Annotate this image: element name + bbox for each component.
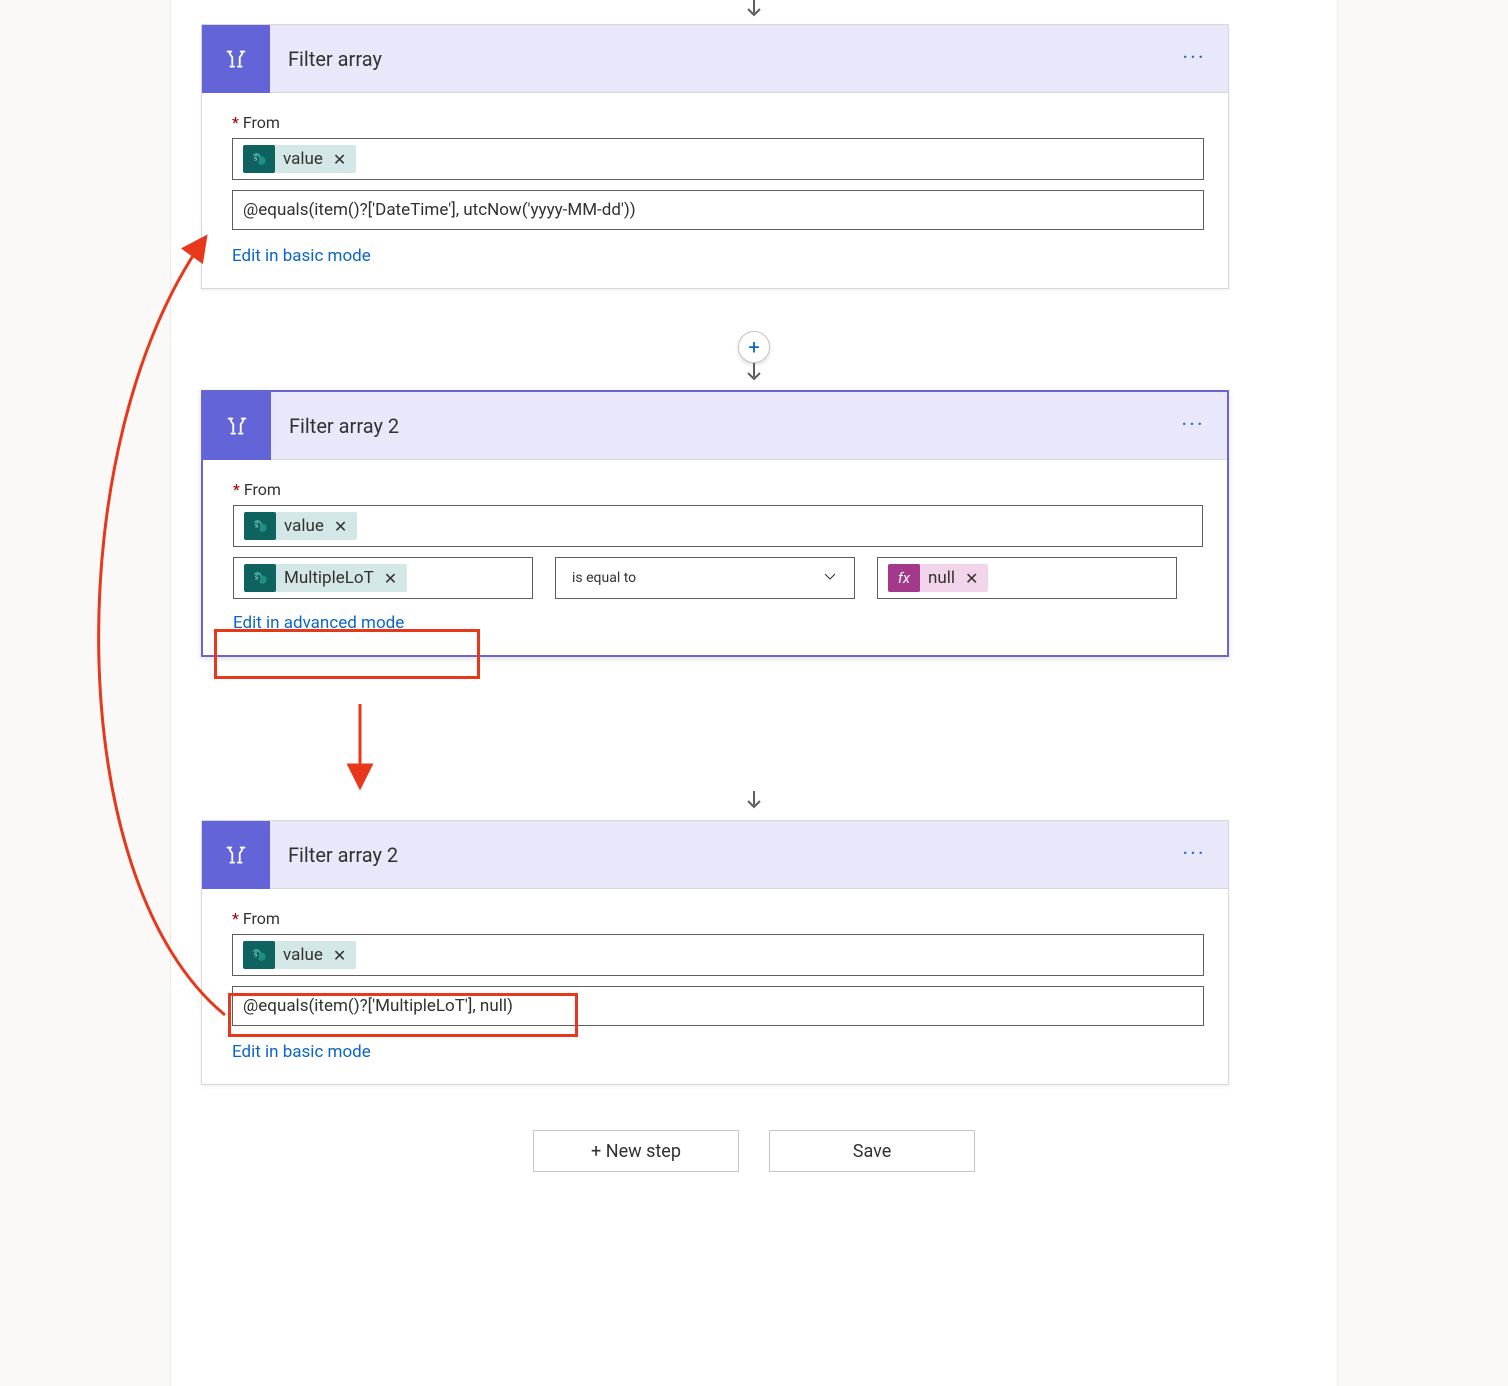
filter-icon bbox=[202, 821, 270, 889]
card-body: *From S value ✕ S bbox=[203, 460, 1227, 655]
connector-arrow-1-2 bbox=[742, 360, 766, 388]
token-value[interactable]: S value ✕ bbox=[243, 145, 356, 173]
token-null-expression[interactable]: fx null ✕ bbox=[888, 564, 988, 592]
svg-text:S: S bbox=[254, 157, 257, 163]
condition-operator-select[interactable]: is equal to bbox=[555, 557, 855, 599]
chevron-down-icon bbox=[822, 568, 838, 588]
connector-arrow-2-3 bbox=[742, 788, 766, 816]
sharepoint-icon: S bbox=[243, 145, 275, 173]
card-header[interactable]: Filter array 2 ··· bbox=[203, 392, 1227, 460]
sharepoint-icon: S bbox=[244, 512, 276, 540]
insert-step-button[interactable]: + bbox=[738, 331, 770, 363]
edit-advanced-mode-link[interactable]: Edit in advanced mode bbox=[233, 613, 404, 633]
flow-canvas: Filter array ··· *From S value ✕ bbox=[170, 0, 1338, 1386]
filter-icon bbox=[203, 392, 271, 460]
card-menu-button[interactable]: ··· bbox=[1170, 46, 1218, 71]
token-remove[interactable]: ✕ bbox=[384, 569, 397, 588]
sharepoint-icon: S bbox=[244, 564, 276, 592]
token-label: value bbox=[283, 945, 323, 965]
card-menu-button[interactable]: ··· bbox=[1170, 842, 1218, 867]
svg-text:S: S bbox=[254, 953, 257, 959]
token-value[interactable]: S value ✕ bbox=[243, 941, 356, 969]
expression-text: @equals(item()?['DateTime'], utcNow('yyy… bbox=[243, 200, 636, 220]
from-label: *From bbox=[232, 113, 1204, 132]
condition-row: S MultipleLoT ✕ is equal to bbox=[233, 557, 1203, 599]
condition-left-input[interactable]: S MultipleLoT ✕ bbox=[233, 557, 533, 599]
token-remove[interactable]: ✕ bbox=[965, 569, 978, 588]
from-input[interactable]: S value ✕ bbox=[232, 138, 1204, 180]
card-body: *From S value ✕ @equals(item()?['DateTim… bbox=[202, 93, 1228, 288]
token-label: value bbox=[283, 149, 323, 169]
from-input[interactable]: S value ✕ bbox=[233, 505, 1203, 547]
card-title: Filter array 2 bbox=[270, 843, 1170, 867]
card-body: *From S value ✕ @equals(item()?['Multipl… bbox=[202, 889, 1228, 1084]
token-label: value bbox=[284, 516, 324, 536]
token-remove[interactable]: ✕ bbox=[333, 946, 346, 965]
new-step-button[interactable]: + New step bbox=[533, 1130, 739, 1172]
card-title: Filter array 2 bbox=[271, 414, 1169, 438]
token-remove[interactable]: ✕ bbox=[334, 517, 347, 536]
from-label: *From bbox=[233, 480, 1203, 499]
action-card-filter-array-2-advanced[interactable]: Filter array 2 ··· *From S value ✕ bbox=[201, 820, 1229, 1085]
condition-right-input[interactable]: fx null ✕ bbox=[877, 557, 1177, 599]
svg-text:S: S bbox=[255, 576, 258, 582]
edit-basic-mode-link[interactable]: Edit in basic mode bbox=[232, 246, 371, 266]
expression-input[interactable]: @equals(item()?['DateTime'], utcNow('yyy… bbox=[232, 190, 1204, 230]
token-value[interactable]: S value ✕ bbox=[244, 512, 357, 540]
filter-icon bbox=[202, 25, 270, 93]
footer-actions: + New step Save bbox=[171, 1130, 1337, 1172]
token-multiplelot[interactable]: S MultipleLoT ✕ bbox=[244, 564, 407, 592]
action-card-filter-array-2-basic[interactable]: Filter array 2 ··· *From S value ✕ bbox=[201, 390, 1229, 657]
token-label: MultipleLoT bbox=[284, 568, 374, 588]
card-header[interactable]: Filter array ··· bbox=[202, 25, 1228, 93]
operator-text: is equal to bbox=[572, 570, 636, 586]
edit-basic-mode-link[interactable]: Edit in basic mode bbox=[232, 1042, 371, 1062]
token-remove[interactable]: ✕ bbox=[333, 150, 346, 169]
expression-text: @equals(item()?['MultipleLoT'], null) bbox=[243, 996, 513, 1016]
card-title: Filter array bbox=[270, 47, 1170, 71]
expression-input[interactable]: @equals(item()?['MultipleLoT'], null) bbox=[232, 986, 1204, 1026]
from-input[interactable]: S value ✕ bbox=[232, 934, 1204, 976]
card-header[interactable]: Filter array 2 ··· bbox=[202, 821, 1228, 889]
fx-icon: fx bbox=[888, 564, 920, 592]
svg-text:S: S bbox=[255, 524, 258, 530]
sharepoint-icon: S bbox=[243, 941, 275, 969]
card-menu-button[interactable]: ··· bbox=[1169, 413, 1217, 438]
save-button[interactable]: Save bbox=[769, 1130, 975, 1172]
token-label: null bbox=[928, 568, 955, 588]
connector-arrow-top bbox=[742, 0, 766, 24]
from-label: *From bbox=[232, 909, 1204, 928]
action-card-filter-array-1[interactable]: Filter array ··· *From S value ✕ bbox=[201, 24, 1229, 289]
